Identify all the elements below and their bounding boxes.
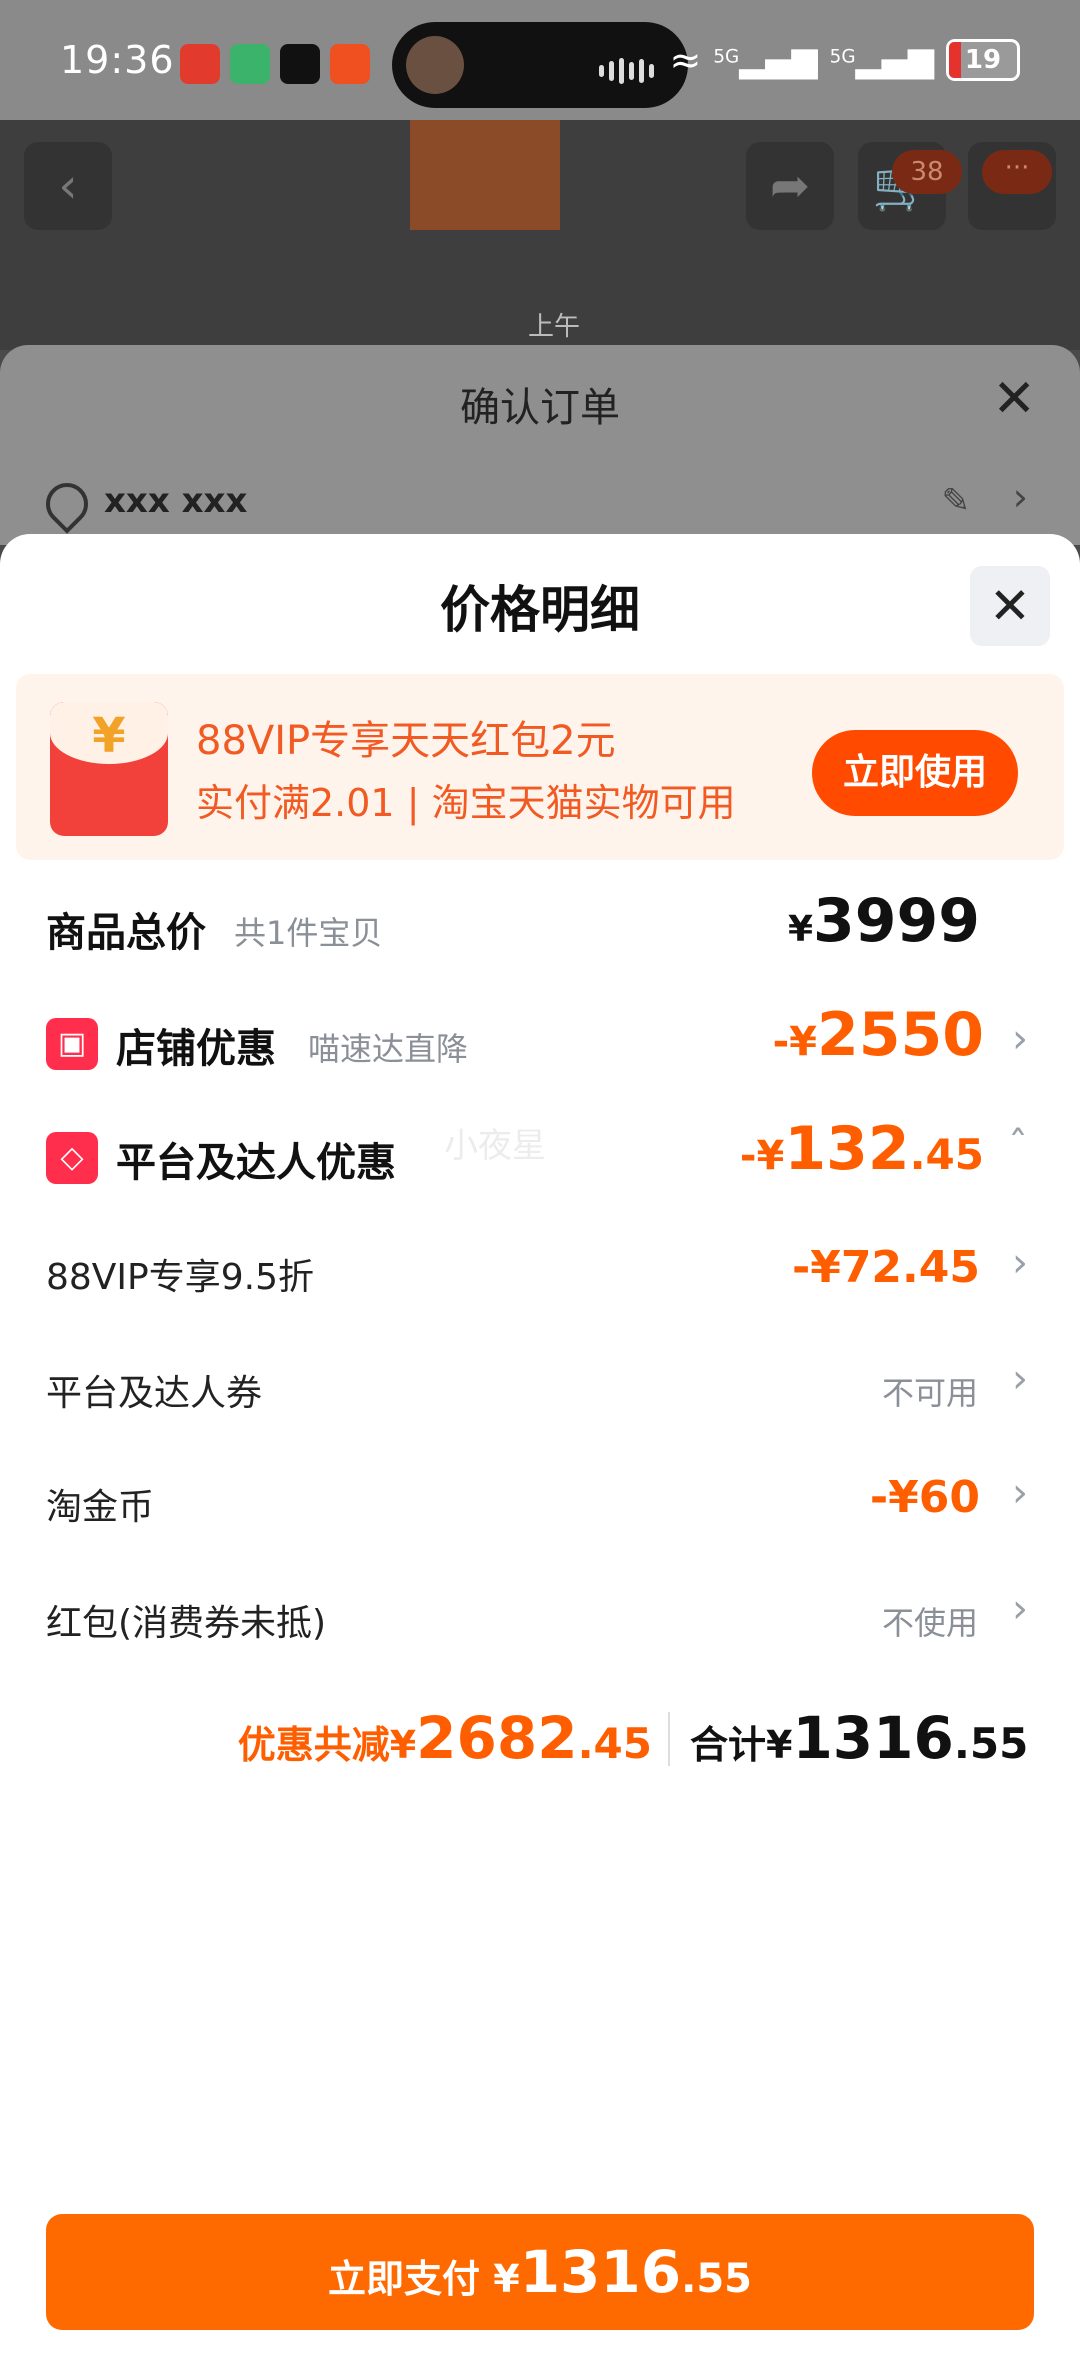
pay-now-button[interactable]: 立即支付 ¥1316.55 bbox=[46, 2214, 1034, 2330]
discount-prefix: -¥ bbox=[739, 1133, 785, 1179]
watermark: 小夜星 bbox=[444, 1126, 546, 1166]
edit-icon[interactable]: ✎ bbox=[942, 481, 971, 521]
signal-icon: 5G▂▄▆ bbox=[713, 40, 818, 80]
wifi-icon: ≈ bbox=[669, 38, 702, 82]
confirm-order-title: 确认订单 bbox=[460, 385, 620, 431]
sheet-title: 价格明细 bbox=[440, 581, 640, 639]
location-pin-icon bbox=[37, 474, 97, 534]
store-discount-value: 2550 bbox=[817, 1000, 984, 1070]
chevron-up-icon: ˆ bbox=[1008, 1124, 1028, 1170]
currency-symbol: ¥ bbox=[787, 909, 813, 950]
chevron-right-icon: › bbox=[1012, 1240, 1028, 1286]
dynamic-island[interactable] bbox=[392, 22, 688, 108]
discount-summary-int: 2682 bbox=[416, 1704, 578, 1772]
list-item-label: 88VIP专享9.5折 bbox=[46, 1257, 315, 1298]
address-text[interactable]: xxx xxx bbox=[104, 481, 247, 521]
discount-prefix: -¥ bbox=[772, 1019, 817, 1065]
chevron-right-icon: › bbox=[1012, 1586, 1028, 1632]
store-discount-title: 店铺优惠 bbox=[116, 1026, 276, 1072]
close-icon[interactable]: ✕ bbox=[992, 369, 1036, 429]
use-now-button[interactable]: 立即使用 bbox=[812, 730, 1018, 816]
total-summary: 合计¥1316.55 bbox=[690, 1704, 1028, 1772]
media-thumbnail bbox=[406, 36, 464, 94]
battery-icon: 19 bbox=[946, 39, 1020, 81]
price-summary: 优惠共减¥2682.45 合计¥1316.55 bbox=[0, 1696, 1080, 1786]
list-item-value: 不使用 bbox=[881, 1604, 978, 1642]
clock: 19:36 bbox=[60, 38, 175, 82]
total-summary-int: 1316 bbox=[792, 1704, 954, 1772]
list-item[interactable]: 平台及达人券 不可用 › bbox=[0, 1340, 1080, 1430]
list-item-label: 平台及达人券 bbox=[46, 1373, 263, 1414]
status-bar: 19:36 ≈ 5G▂▄▆ 5G▂▄▆ 19 bbox=[0, 0, 1080, 120]
pay-button-label: 立即支付 ¥ bbox=[328, 2257, 520, 2301]
store-discount-subtitle: 喵速达直降 bbox=[308, 1030, 469, 1068]
confirm-order-sheet: 确认订单 ✕ xxx xxx ✎ › bbox=[0, 345, 1080, 545]
platform-discount-int: 132 bbox=[784, 1114, 910, 1184]
red-packet-icon: ¥ bbox=[50, 702, 168, 836]
total-summary-label: 合计¥ bbox=[690, 1723, 793, 1767]
pay-button-int: 1316 bbox=[519, 2238, 682, 2306]
audio-wave-icon bbox=[599, 58, 654, 84]
total-summary-dec: .55 bbox=[953, 1719, 1029, 1768]
list-item[interactable]: 红包(消费券未抵) 不使用 › bbox=[0, 1570, 1080, 1660]
discount-summary: 优惠共减¥2682.45 bbox=[238, 1704, 652, 1772]
chevron-right-icon: › bbox=[1012, 1356, 1028, 1402]
watch-label: 上午 bbox=[528, 312, 581, 342]
list-item-label: 淘金币 bbox=[46, 1487, 155, 1528]
list-item[interactable]: 88VIP专享9.5折 -¥72.45 › bbox=[0, 1224, 1080, 1314]
platform-discount-dec: .45 bbox=[909, 1130, 984, 1179]
product-page-background: ‹ ➦ 🛒 38 ··· 上午 bbox=[0, 120, 1080, 350]
list-item-label: 红包(消费券未抵) bbox=[46, 1603, 327, 1644]
discount-summary-label: 优惠共减¥ bbox=[237, 1723, 417, 1767]
app-notification-icon bbox=[230, 44, 270, 84]
tiktok-icon bbox=[280, 44, 320, 84]
more-badge: ··· bbox=[982, 150, 1052, 194]
pay-button-dec: .55 bbox=[681, 2256, 752, 2302]
close-icon: ✕ bbox=[989, 577, 1031, 635]
promo-title: 88VIP专享天天红包2元 bbox=[196, 718, 616, 764]
battery-level: 19 bbox=[964, 45, 1002, 75]
notification-icons bbox=[180, 44, 370, 84]
platform-discount-title: 平台及达人优惠 bbox=[116, 1140, 396, 1186]
chevron-right-icon: › bbox=[1012, 1016, 1028, 1062]
promo-banner[interactable]: ¥ 88VIP专享天天红包2元 实付满2.01 | 淘宝天猫实物可用 立即使用 bbox=[16, 674, 1064, 860]
divider bbox=[668, 1712, 670, 1766]
cart-count-badge: 38 bbox=[892, 150, 962, 194]
total-price-value: 3999 bbox=[813, 886, 980, 956]
store-discount-row[interactable]: ▣ 店铺优惠 喵速达直降 -¥2550 › bbox=[0, 1000, 1080, 1090]
signal-icon: 5G▂▄▆ bbox=[829, 40, 934, 80]
list-item[interactable]: 淘金币 -¥60 › bbox=[0, 1454, 1080, 1544]
item-count: 共1件宝贝 bbox=[234, 914, 383, 952]
store-icon: ▣ bbox=[46, 1018, 98, 1070]
app-notification-icon bbox=[180, 44, 220, 84]
list-item-value: 不可用 bbox=[881, 1374, 978, 1412]
chevron-right-icon[interactable]: › bbox=[1013, 475, 1028, 519]
discount-summary-dec: .45 bbox=[577, 1719, 652, 1768]
total-price-row: 商品总价 共1件宝贝 ¥3999 bbox=[0, 884, 1080, 974]
list-item-value: -¥60 bbox=[869, 1472, 980, 1523]
system-indicators: ≈ 5G▂▄▆ 5G▂▄▆ 19 bbox=[669, 38, 1020, 82]
chevron-right-icon: › bbox=[1012, 1470, 1028, 1516]
price-detail-sheet: 价格明细 ✕ ¥ 88VIP专享天天红包2元 实付满2.01 | 淘宝天猫实物可… bbox=[0, 534, 1080, 2376]
total-price-title: 商品总价 bbox=[46, 910, 206, 956]
share-button[interactable]: ➦ bbox=[746, 142, 834, 230]
list-item-value: -¥72.45 bbox=[791, 1242, 980, 1293]
app-notification-icon bbox=[330, 44, 370, 84]
close-button[interactable]: ✕ bbox=[970, 566, 1050, 646]
tag-icon: ◇ bbox=[46, 1132, 98, 1184]
product-image bbox=[410, 120, 560, 230]
promo-subtitle: 实付满2.01 | 淘宝天猫实物可用 bbox=[196, 781, 736, 825]
back-button[interactable]: ‹ bbox=[24, 142, 112, 230]
